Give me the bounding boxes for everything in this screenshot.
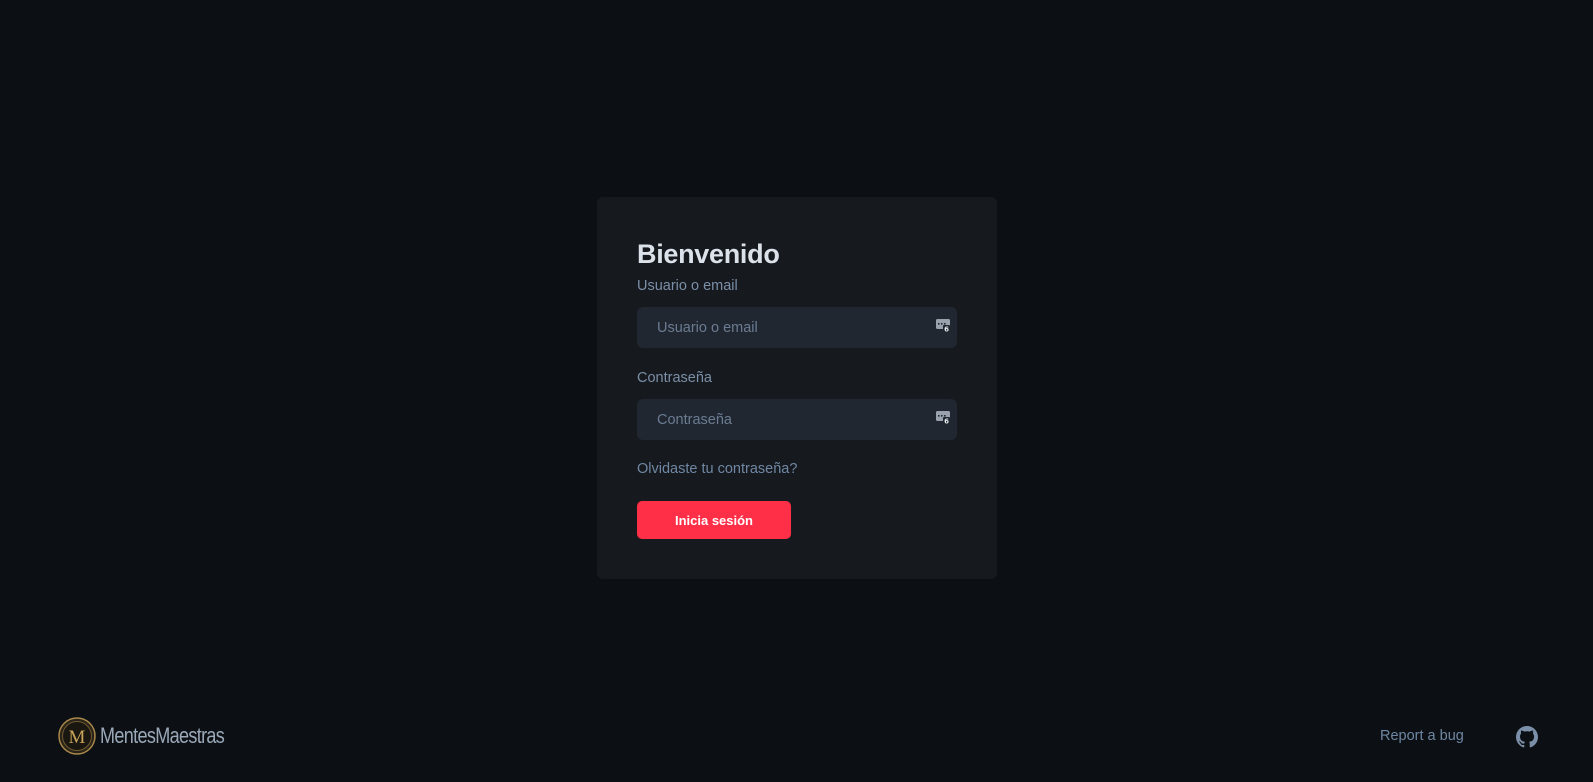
brand-logo[interactable]: M MentesMaestras	[58, 717, 251, 755]
username-label: Usuario o email	[637, 278, 738, 294]
svg-text:6: 6	[944, 325, 949, 332]
brand-name: MentesMaestras	[100, 723, 225, 748]
username-field-wrapper: 6	[637, 307, 957, 348]
password-label: Contraseña	[637, 370, 712, 386]
logo-emblem-icon: M	[58, 717, 96, 755]
password-manager-icon[interactable]: 6	[936, 319, 950, 332]
password-field-wrapper: 6	[637, 399, 957, 440]
password-manager-icon[interactable]: 6	[936, 411, 950, 424]
login-page: Bienvenido Usuario o email 6 Contraseña	[0, 0, 1593, 782]
svg-text:M: M	[69, 727, 86, 748]
page-title: Bienvenido	[637, 239, 780, 269]
forgot-password-link[interactable]: Olvidaste tu contraseña?	[637, 461, 797, 477]
login-card: Bienvenido Usuario o email 6 Contraseña	[597, 197, 997, 579]
report-bug-link[interactable]: Report a bug	[1380, 728, 1464, 744]
login-button[interactable]: Inicia sesión	[637, 501, 791, 539]
svg-text:6: 6	[944, 417, 949, 424]
github-icon[interactable]	[1516, 726, 1538, 748]
password-input[interactable]	[637, 399, 957, 440]
username-input[interactable]	[637, 307, 957, 348]
